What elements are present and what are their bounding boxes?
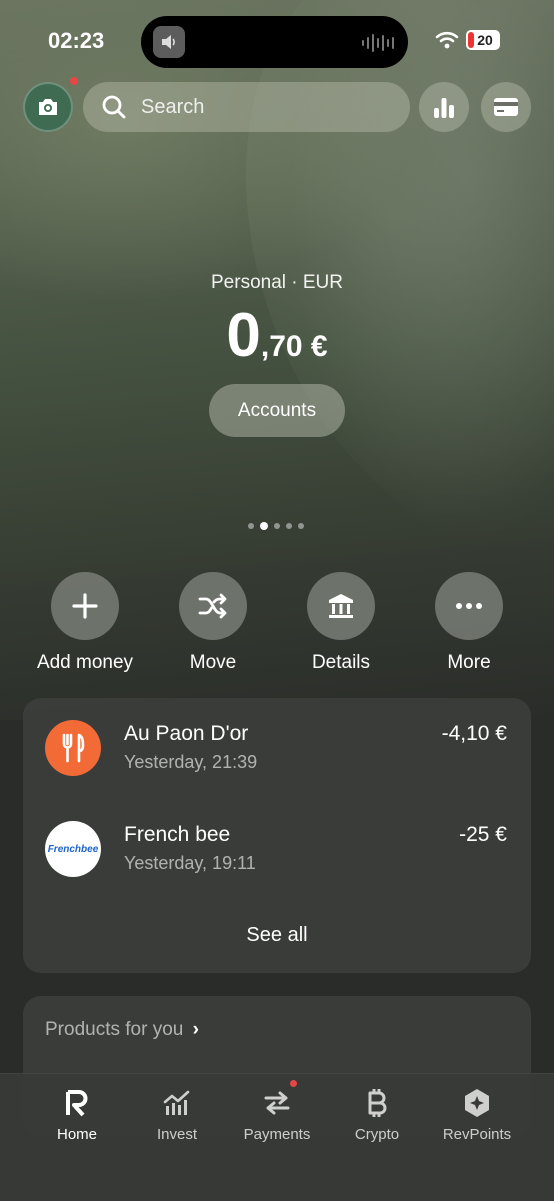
- add-money-circle: [51, 572, 119, 640]
- wifi-icon: [435, 31, 459, 49]
- revolut-r-icon: [27, 1086, 127, 1120]
- page-dot: [274, 523, 280, 529]
- nav-payments[interactable]: Payments: [227, 1086, 327, 1143]
- nav-crypto[interactable]: Crypto: [327, 1086, 427, 1143]
- balance-amount: 0,70 €: [0, 300, 554, 371]
- transfer-arrows-icon: [227, 1086, 327, 1120]
- more-circle: [435, 572, 503, 640]
- audio-wave-icon: [362, 34, 394, 52]
- frenchbee-logo: Frenchbee: [45, 821, 101, 877]
- transaction-amount: -4,10 €: [441, 722, 507, 745]
- action-label: Move: [189, 652, 237, 673]
- bar-chart-icon: [434, 98, 454, 118]
- action-label: Add money: [36, 652, 134, 673]
- page-dot: [286, 523, 292, 529]
- page-indicator[interactable]: [248, 522, 304, 530]
- notification-dot: [70, 77, 78, 85]
- see-all-button[interactable]: See all: [23, 924, 531, 947]
- battery-indicator: 20: [466, 30, 500, 50]
- move-button[interactable]: Move: [153, 572, 273, 674]
- details-button[interactable]: Details: [281, 572, 401, 674]
- search-icon: [102, 95, 126, 119]
- nav-label: Crypto: [354, 1126, 400, 1143]
- details-circle: [307, 572, 375, 640]
- shuffle-icon: [198, 593, 227, 619]
- page-dot: [298, 523, 304, 529]
- chevron-right-icon: ›: [192, 1019, 199, 1040]
- frenchbee-logo-text: Frenchbee: [47, 843, 99, 855]
- nav-invest[interactable]: Invest: [127, 1086, 227, 1143]
- analytics-button[interactable]: [419, 82, 469, 132]
- chart-icon: [127, 1086, 227, 1120]
- add-money-button[interactable]: Add money: [25, 572, 145, 674]
- action-label: Details: [311, 652, 371, 673]
- transaction-amount: -25 €: [459, 823, 507, 846]
- camera-avatar-button[interactable]: [23, 82, 73, 132]
- bottom-navigation: Home Invest Payments Crypto RevPoints: [0, 1073, 554, 1201]
- more-icon: [456, 603, 482, 609]
- search-bar[interactable]: Search: [83, 82, 410, 132]
- balance-decimal: ,70 €: [260, 330, 328, 363]
- transaction-name: French bee: [124, 823, 231, 846]
- transaction-time: Yesterday, 19:11: [124, 853, 256, 873]
- battery-level: 20: [477, 32, 493, 48]
- nav-label: Invest: [156, 1126, 198, 1143]
- nav-home[interactable]: Home: [27, 1086, 127, 1143]
- dynamic-island: [141, 16, 408, 68]
- search-placeholder: Search: [141, 95, 205, 118]
- bitcoin-icon: [327, 1086, 427, 1120]
- products-for-you-link[interactable]: Products for you ›: [45, 1019, 199, 1041]
- speaker-icon: [153, 26, 185, 58]
- transaction-name: Au Paon D'or: [124, 722, 249, 745]
- transaction-row[interactable]: Au Paon D'or Yesterday, 21:39 -4,10 €: [23, 720, 531, 800]
- nav-label: Home: [56, 1126, 97, 1143]
- nav-revpoints[interactable]: RevPoints: [427, 1086, 527, 1143]
- nav-label: Payments: [243, 1126, 311, 1143]
- fork-knife-icon: [62, 733, 85, 763]
- cards-button[interactable]: [481, 82, 531, 132]
- move-circle: [179, 572, 247, 640]
- plus-icon: [72, 593, 98, 619]
- restaurant-logo: [45, 720, 101, 776]
- more-button[interactable]: More: [409, 572, 529, 674]
- products-title: Products for you: [45, 1019, 184, 1040]
- camera-icon: [39, 99, 57, 115]
- page-dot: [248, 523, 254, 529]
- accounts-button[interactable]: Accounts: [209, 384, 345, 437]
- card-icon: [494, 98, 518, 116]
- status-time: 02:23: [48, 28, 105, 53]
- transaction-time: Yesterday, 21:39: [124, 752, 258, 772]
- bank-icon: [329, 594, 353, 618]
- balance-integer: 0: [226, 301, 261, 370]
- transaction-row[interactable]: Frenchbee French bee Yesterday, 19:11 -2…: [23, 821, 531, 901]
- transactions-card: Au Paon D'or Yesterday, 21:39 -4,10 € Fr…: [23, 698, 531, 973]
- battery-low-level: [468, 32, 474, 48]
- account-label: Personal · EUR: [211, 272, 343, 293]
- nav-label: RevPoints: [442, 1126, 512, 1143]
- payments-badge-dot: [290, 1080, 297, 1087]
- hexagon-star-icon: [427, 1086, 527, 1120]
- action-label: More: [447, 652, 491, 673]
- page-dot-active: [260, 522, 268, 530]
